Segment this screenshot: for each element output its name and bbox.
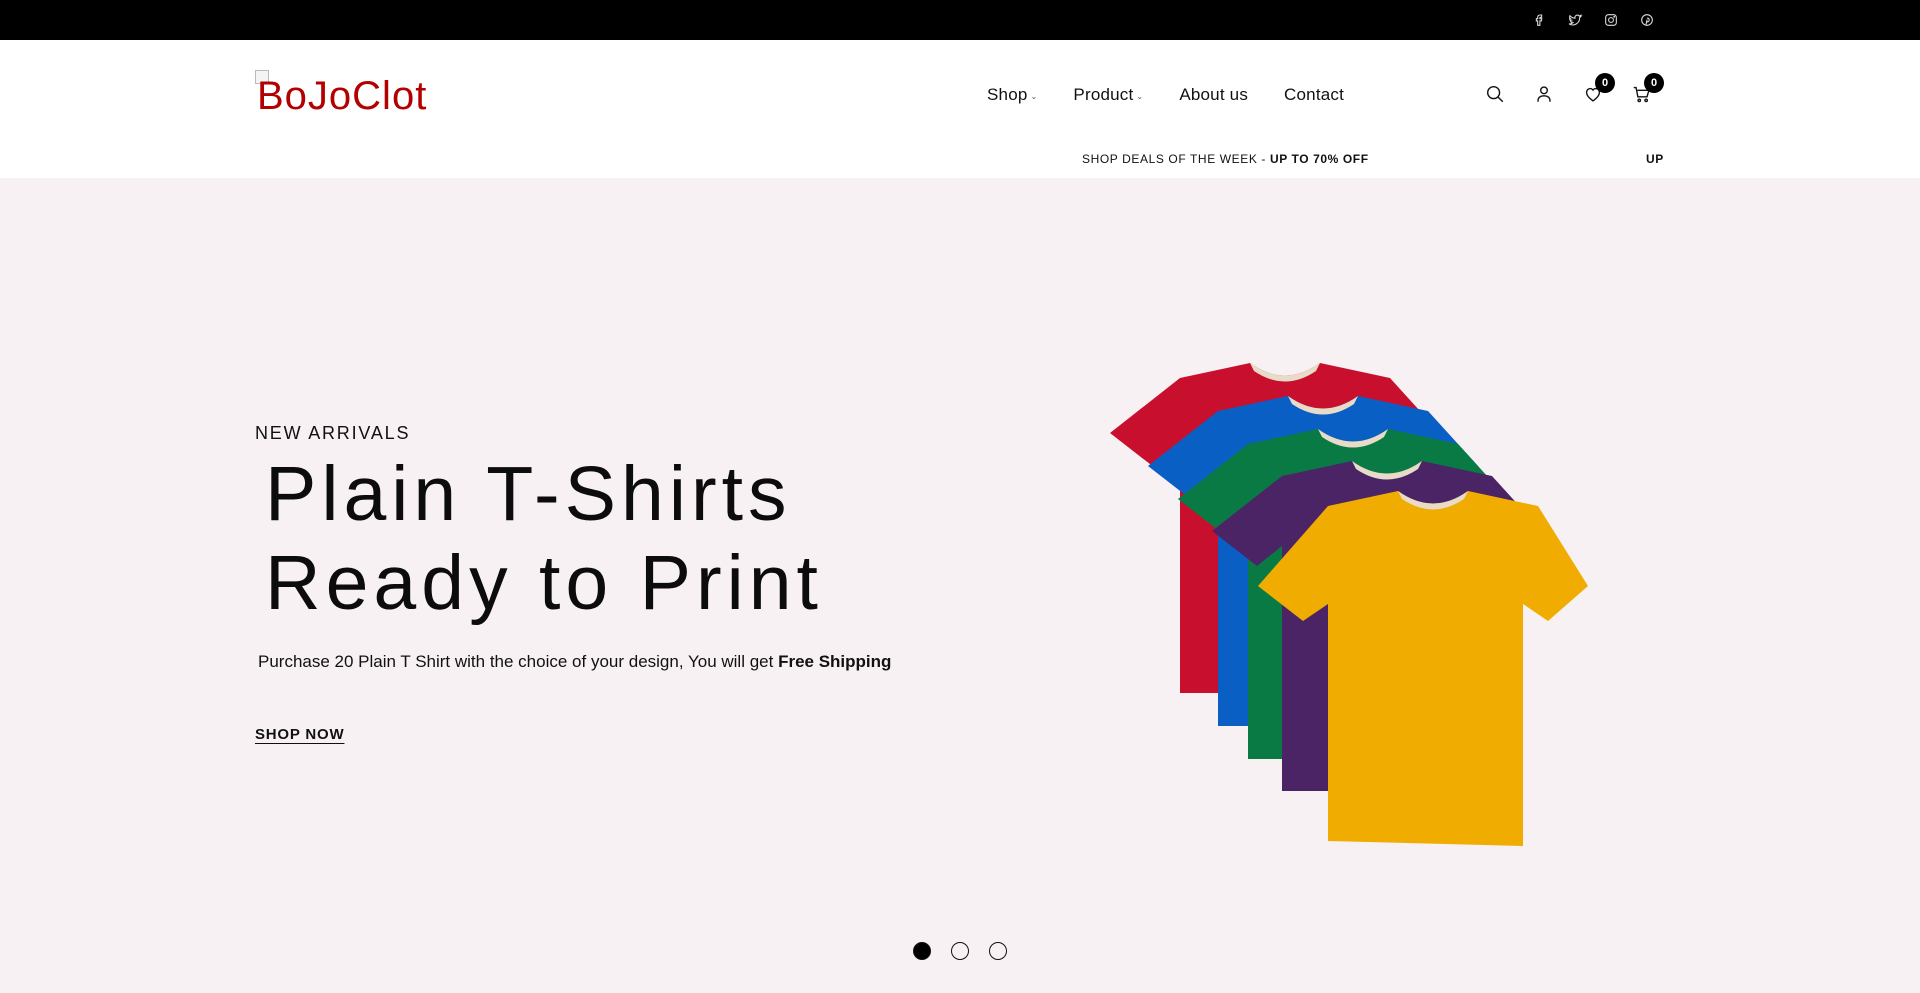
- pinterest-icon[interactable]: [1629, 0, 1665, 40]
- promo-highlight: UP TO 70% OFF: [1269, 152, 1369, 166]
- social-links: [1521, 0, 1665, 40]
- nav-item-shop[interactable]: Shop ⌄: [987, 85, 1037, 105]
- account-button[interactable]: [1519, 76, 1568, 112]
- slide-dot-1[interactable]: [913, 942, 931, 960]
- hero-subtext-bold: Free Shipping: [778, 652, 892, 671]
- slider-pagination: [913, 942, 1027, 960]
- nav-item-contact[interactable]: Contact: [1284, 85, 1344, 105]
- chevron-down-icon: ⌄: [1030, 91, 1038, 101]
- hero-subtext: Purchase 20 Plain T Shirt with the choic…: [258, 652, 891, 672]
- twitter-icon[interactable]: [1557, 0, 1593, 40]
- nav-item-label: Product: [1073, 85, 1134, 104]
- logo-alt-text: BoJoClot: [257, 74, 428, 118]
- instagram-icon[interactable]: [1593, 0, 1629, 40]
- promo-text-repeat: UP: [1646, 152, 1664, 166]
- promo-ticker: SHOP DEALS OF THE WEEK - UP TO 70% OFF U…: [0, 152, 1920, 172]
- slide-dot-3[interactable]: [989, 942, 1007, 960]
- header-actions: 0 0: [1470, 73, 1666, 112]
- chevron-down-icon: ⌄: [1136, 91, 1144, 101]
- facebook-icon[interactable]: [1521, 0, 1557, 40]
- cart-count-badge: 0: [1644, 73, 1664, 93]
- hero-tshirts-image: [1110, 363, 1588, 846]
- social-top-bar: [0, 0, 1920, 40]
- site-logo[interactable]: BoJoClot: [255, 70, 435, 118]
- main-navigation: Shop ⌄ Product ⌄ About us Contact: [987, 80, 1380, 110]
- nav-item-product[interactable]: Product ⌄: [1073, 85, 1143, 105]
- hero-slider: NEW ARRIVALS Plain T-Shirts Ready to Pri…: [0, 178, 1920, 993]
- slide-dot-2[interactable]: [951, 942, 969, 960]
- promo-label: SHOP DEALS OF THE WEEK -: [1082, 152, 1270, 166]
- nav-item-label: About us: [1179, 85, 1249, 104]
- cart-button[interactable]: 0: [1617, 73, 1666, 112]
- wishlist-button[interactable]: 0: [1568, 73, 1617, 112]
- nav-item-label: Shop: [987, 85, 1028, 104]
- hero-subtext-body: Purchase 20 Plain T Shirt with the choic…: [258, 652, 779, 671]
- hero-headline-line-2: Ready to Print: [265, 540, 823, 626]
- promo-text: SHOP DEALS OF THE WEEK - UP TO 70% OFF: [1082, 152, 1369, 166]
- shop-now-button[interactable]: SHOP NOW: [255, 726, 344, 743]
- search-button[interactable]: [1470, 76, 1519, 112]
- hero-eyebrow: NEW ARRIVALS: [255, 423, 411, 443]
- nav-item-about[interactable]: About us: [1179, 85, 1248, 105]
- hero-headline: Plain T-Shirts Ready to Print: [265, 450, 823, 628]
- hero-headline-line-1: Plain T-Shirts: [265, 451, 792, 537]
- search-icon: [1486, 85, 1503, 103]
- nav-item-label: Contact: [1284, 85, 1345, 104]
- wishlist-count-badge: 0: [1595, 73, 1615, 93]
- site-header: BoJoClot Shop ⌄ Product ⌄ About us Contact…: [0, 40, 1920, 178]
- user-icon: [1536, 86, 1551, 102]
- tshirt-stack: [1110, 363, 1588, 846]
